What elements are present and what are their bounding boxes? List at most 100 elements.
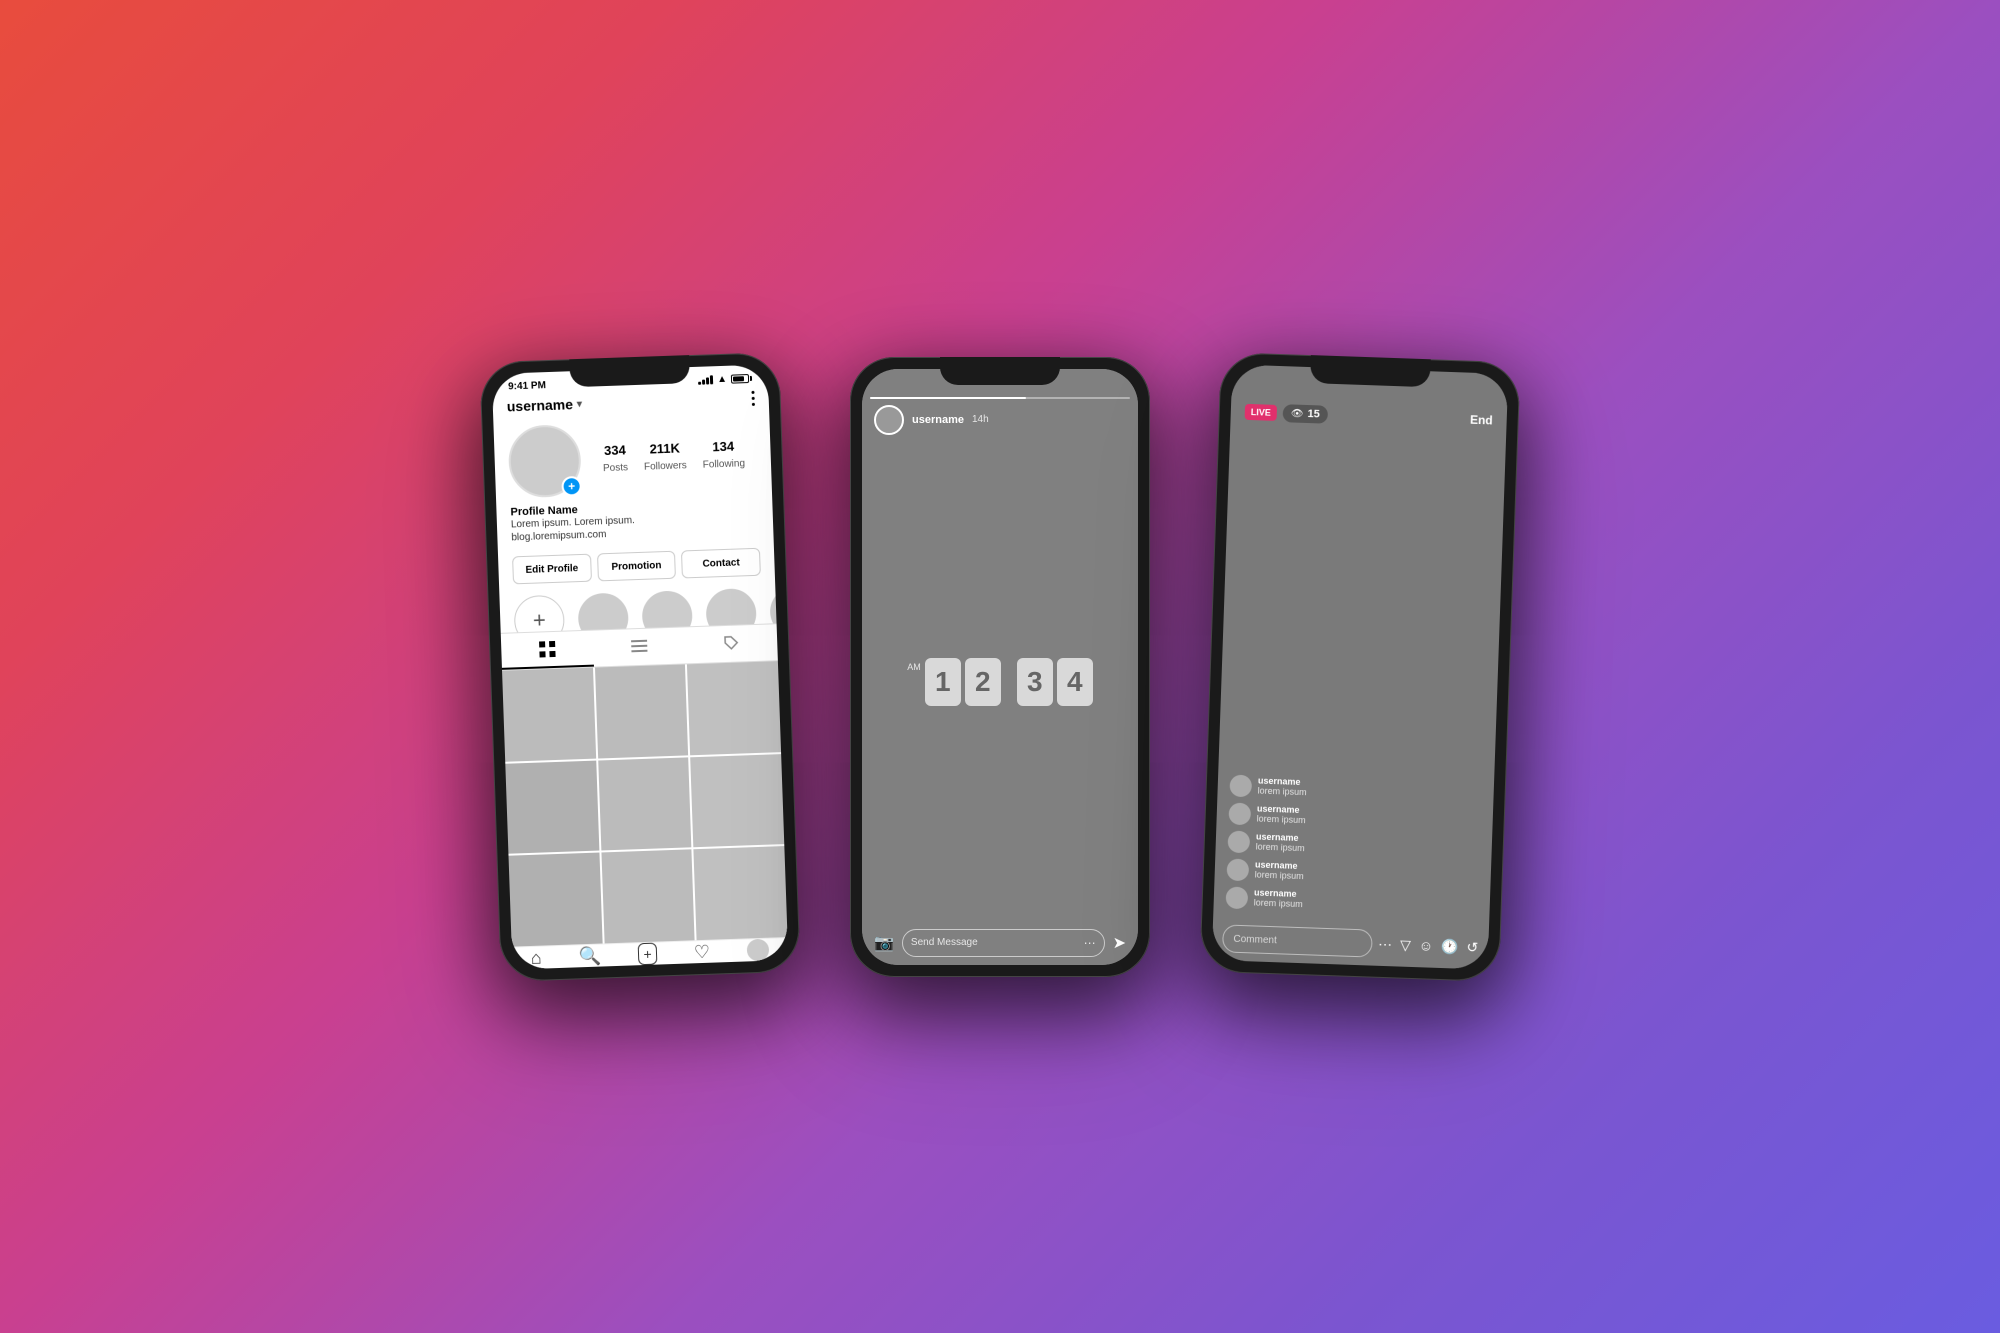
post-7[interactable] — [509, 852, 603, 946]
live-footer: Comment ⋯ ▽ ☺ 🕐 ↺ — [1212, 916, 1489, 970]
phone3-notch — [1310, 355, 1431, 387]
comment-input[interactable]: Comment — [1222, 924, 1373, 957]
camera-icon[interactable]: 📷 — [874, 933, 894, 953]
add-photo-button[interactable]: + — [561, 476, 582, 497]
phone1-notch — [569, 355, 690, 387]
battery-icon — [731, 373, 752, 383]
post-5[interactable] — [598, 757, 692, 851]
phone3-screen: LIVE 👁 15 End username — [1212, 364, 1509, 969]
refresh-icon[interactable]: ↺ — [1466, 938, 1478, 955]
hour-tens: 1 — [925, 658, 961, 706]
profile-section: + 334 Posts 211K Followers 134 — [493, 411, 772, 505]
comment-text-2: username lorem ipsum — [1255, 831, 1305, 853]
time-display: 9:41 PM — [508, 380, 546, 392]
eye-icon: 👁 — [1291, 407, 1304, 418]
post-3[interactable] — [687, 661, 781, 755]
phone2-notch — [940, 357, 1060, 385]
comment-msg-1: lorem ipsum — [1256, 813, 1305, 825]
contact-button[interactable]: Contact — [681, 547, 761, 578]
am-pm-label: AM — [907, 662, 921, 672]
comment-text-0: username lorem ipsum — [1257, 775, 1307, 797]
commenter-avatar-1 — [1228, 802, 1251, 825]
avatar-wrapper[interactable]: + — [508, 424, 582, 498]
send-message-placeholder: Send Message — [911, 937, 978, 948]
post-6[interactable] — [691, 753, 785, 847]
send-message-input[interactable]: Send Message ⋯ — [902, 929, 1105, 957]
home-nav-icon[interactable]: ⌂ — [530, 947, 542, 968]
emoji2-icon[interactable]: 🕐 — [1441, 937, 1459, 955]
post-2[interactable] — [595, 664, 689, 758]
profile-nav-icon[interactable] — [747, 938, 770, 961]
followers-count: 211K — [643, 439, 686, 455]
commenter-avatar-3 — [1226, 858, 1249, 881]
story-avatar[interactable] — [874, 405, 904, 435]
following-count: 134 — [702, 437, 745, 453]
comment-2: username lorem ipsum — [1227, 830, 1480, 861]
tab-tagged[interactable] — [685, 624, 778, 663]
story-time: 14h — [972, 414, 989, 425]
post-9[interactable] — [694, 846, 788, 940]
post-1[interactable] — [502, 667, 596, 761]
following-stat[interactable]: 134 Following — [702, 437, 745, 471]
phone2-screen: username 14h AM 1 2 — [862, 369, 1138, 965]
following-label: Following — [703, 457, 746, 469]
send-icon[interactable]: ➤ — [1113, 933, 1126, 953]
filter-icon[interactable]: ▽ — [1400, 936, 1411, 953]
highlight-1[interactable]: highlight — [577, 592, 629, 632]
add-highlight-icon: + — [513, 594, 565, 632]
followers-label: Followers — [644, 459, 687, 471]
comment-3: username lorem ipsum — [1226, 858, 1479, 889]
hamburger-menu-icon[interactable] — [751, 390, 755, 405]
emoji-react-icon[interactable]: ☺ — [1419, 937, 1434, 953]
chevron-down-icon: ▾ — [577, 398, 582, 409]
tab-grid[interactable] — [501, 630, 594, 669]
min-ones: 4 — [1057, 658, 1093, 706]
live-content — [1218, 428, 1506, 775]
new-highlight[interactable]: + New — [513, 594, 565, 632]
flip-minutes: 3 4 — [1017, 658, 1093, 706]
viewer-count-badge: 👁 15 — [1283, 404, 1329, 424]
comments-section: username lorem ipsum username lorem ipsu… — [1213, 766, 1494, 926]
viewer-count: 15 — [1307, 408, 1320, 420]
comment-text-1: username lorem ipsum — [1256, 803, 1306, 825]
commenter-avatar-4 — [1225, 886, 1248, 909]
post-4[interactable] — [505, 760, 599, 854]
followers-stat[interactable]: 211K Followers — [643, 439, 687, 473]
commenter-avatar-0 — [1229, 774, 1252, 797]
post-8[interactable] — [601, 849, 695, 943]
search-nav-icon[interactable]: 🔍 — [578, 945, 601, 967]
hour-ones: 2 — [965, 658, 1001, 706]
end-live-button[interactable]: End — [1470, 412, 1493, 427]
posts-stat: 334 Posts — [602, 441, 628, 475]
posts-grid — [502, 661, 787, 946]
posts-count: 334 — [602, 441, 628, 457]
comment-0: username lorem ipsum — [1229, 774, 1482, 805]
heart-nav-icon[interactable]: ♡ — [694, 941, 711, 963]
comment-msg-3: lorem ipsum — [1255, 869, 1304, 881]
phone-story: username 14h AM 1 2 — [850, 357, 1150, 977]
phone-profile: 9:41 PM ▲ — [479, 351, 800, 981]
tab-list[interactable] — [593, 627, 686, 666]
comment-text-3: username lorem ipsum — [1255, 859, 1305, 881]
live-badge: LIVE — [1245, 403, 1278, 420]
bio-line1: Lorem ipsum. Lorem ipsum. — [511, 515, 635, 530]
comment-placeholder: Comment — [1233, 933, 1277, 946]
list-icon — [631, 637, 648, 654]
more-options-icon[interactable]: ⋯ — [1084, 936, 1096, 950]
comment-msg-4: lorem ipsum — [1254, 897, 1303, 909]
wifi-icon: ▲ — [717, 373, 727, 384]
profile-username-header[interactable]: username ▾ — [507, 396, 583, 415]
options-icon[interactable]: ⋯ — [1378, 935, 1393, 952]
add-nav-icon[interactable]: + — [638, 942, 657, 965]
posts-label: Posts — [603, 461, 628, 473]
edit-profile-button[interactable]: Edit Profile — [512, 553, 592, 584]
grid-icon — [539, 640, 556, 657]
tag-icon — [723, 634, 740, 651]
bio-link[interactable]: blog.loremipsum.com — [511, 529, 606, 543]
flip-clock: AM 1 2 3 4 — [907, 658, 1093, 706]
story-username[interactable]: username — [912, 414, 964, 426]
phone1-screen: 9:41 PM ▲ — [492, 364, 789, 969]
signal-icon — [698, 375, 713, 385]
promotion-button[interactable]: Promotion — [597, 550, 677, 581]
commenter-avatar-2 — [1227, 830, 1250, 853]
